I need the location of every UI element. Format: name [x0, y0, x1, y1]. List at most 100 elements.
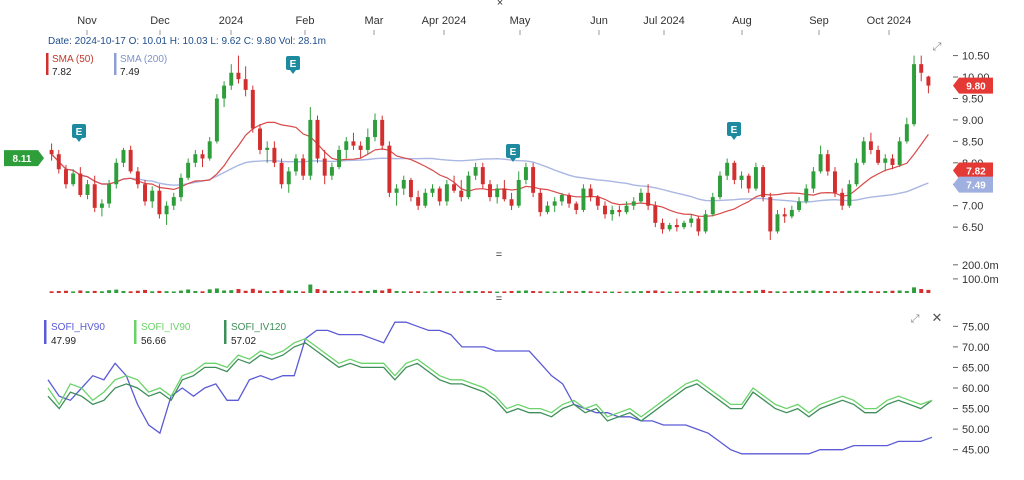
candle-body	[883, 158, 888, 163]
candle-body	[775, 214, 780, 232]
volume-bar	[308, 284, 313, 293]
volume-bar	[423, 291, 428, 293]
volume-bar	[444, 291, 449, 293]
iv-panel	[47, 321, 933, 455]
candle-body	[373, 119, 377, 138]
volume-bar	[653, 290, 658, 293]
candle-body	[466, 175, 471, 198]
volume-bar	[85, 291, 90, 293]
volume-bar	[365, 291, 370, 293]
candle-body	[315, 119, 320, 159]
iv-legend-value: 56.66	[141, 336, 166, 347]
volume-bar	[473, 291, 478, 293]
candle-body	[674, 224, 679, 228]
volume-bar	[49, 291, 54, 293]
volume-bar	[897, 290, 902, 293]
volume-bar	[638, 291, 643, 293]
candles	[49, 55, 931, 240]
candle-body	[358, 145, 363, 150]
candle-body	[243, 79, 248, 90]
panel-divider-handle[interactable]: =	[496, 249, 502, 261]
volume-bar	[107, 290, 112, 293]
iv-tick-label: 60.00	[962, 383, 990, 395]
candle-body	[509, 199, 514, 206]
volume-bar	[416, 291, 421, 293]
iv-legend-name: SOFI_IV90	[141, 322, 191, 333]
iv-legend-name: SOFI_IV120	[231, 322, 286, 333]
sma200-price-label: 7.49	[966, 181, 986, 192]
candle-body	[473, 167, 478, 176]
candle-body	[818, 154, 823, 172]
volume-bar	[624, 291, 629, 293]
expand-icon[interactable]: ⤢	[911, 313, 920, 325]
volume-bar	[135, 290, 140, 293]
iv-tick-label: 55.00	[962, 404, 990, 416]
y-tick-label: 7.00	[962, 201, 983, 213]
volume-bar	[725, 290, 730, 293]
volume-bar	[660, 291, 665, 293]
candle-body	[444, 184, 449, 202]
volume-bar	[143, 289, 148, 293]
volume-bar	[509, 291, 514, 293]
close-icon[interactable]: ✕	[932, 310, 943, 325]
volume-bar	[531, 291, 536, 293]
panel-divider-handle[interactable]: =	[496, 293, 502, 305]
candle-body	[696, 218, 701, 232]
candle-body	[926, 76, 931, 86]
volume-bar	[128, 291, 133, 293]
iv-legend-swatch	[44, 320, 47, 344]
cursor-marker-icon: ×	[497, 0, 503, 9]
volume-bar	[876, 291, 881, 293]
candle-body	[581, 188, 586, 210]
iv-legend-value: 57.02	[231, 336, 256, 347]
candle-body	[229, 72, 234, 86]
x-tick-label: Sep	[809, 15, 829, 27]
hv90-line	[47, 321, 933, 455]
candle-body	[523, 167, 528, 180]
candle-body	[78, 173, 83, 195]
legend-swatch	[114, 53, 117, 75]
earnings-marker: E	[72, 124, 86, 142]
earnings-marker: E	[727, 122, 741, 140]
candle-body	[516, 179, 521, 206]
candle-body	[250, 89, 255, 129]
candle-body	[114, 162, 119, 185]
volume-bar	[545, 291, 550, 293]
earnings-pointer	[290, 70, 296, 74]
candle-body	[789, 209, 794, 217]
volume-bar	[200, 291, 205, 293]
candle-body	[135, 171, 140, 185]
candle-body	[380, 119, 385, 146]
candle-body	[286, 171, 291, 185]
volume-bar	[588, 291, 593, 293]
x-tick-label: May	[510, 15, 531, 27]
volume-bar	[581, 290, 586, 293]
candle-body	[56, 154, 61, 170]
candle-body	[200, 154, 205, 159]
volume-bar	[868, 291, 873, 293]
volume-bar	[452, 291, 457, 293]
volume-bar	[847, 290, 852, 293]
volume-bar	[689, 291, 694, 293]
volume-bar	[538, 291, 543, 293]
candle-body	[725, 162, 730, 176]
candle-body	[595, 197, 600, 206]
volume-bar	[631, 291, 636, 293]
expand-icon[interactable]: ⤢	[933, 41, 942, 53]
candle-body	[847, 184, 852, 206]
x-tick-label: Oct 2024	[867, 15, 912, 27]
candle-body	[574, 203, 579, 210]
candle-body	[157, 190, 162, 215]
volume-bar	[222, 290, 227, 293]
candle-body	[746, 175, 751, 189]
volume-bar	[667, 291, 672, 293]
x-tick-label: 2024	[219, 15, 243, 27]
volume-bar	[315, 289, 320, 293]
iv-legend-swatch	[224, 320, 227, 344]
x-tick-label: Apr 2024	[422, 15, 467, 27]
volume-bar	[114, 289, 119, 293]
iv-axis: 75.00 70.00 65.00 60.00 55.00 50.00 45.00	[953, 321, 990, 457]
candle-body	[682, 222, 687, 228]
y-tick-label: 10.50	[962, 51, 990, 63]
candle-body	[703, 214, 708, 232]
